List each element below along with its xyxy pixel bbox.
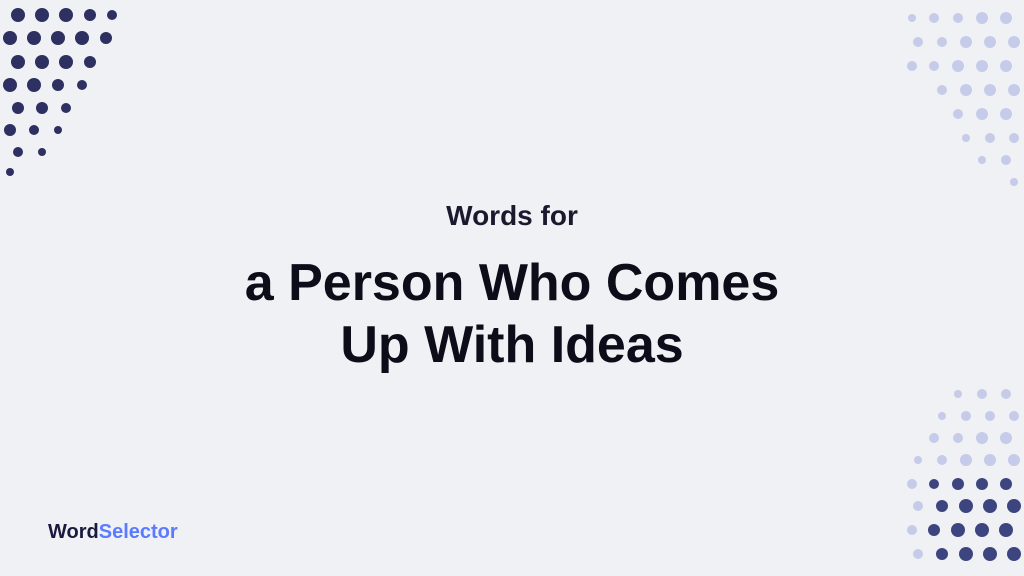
main-title: a Person Who Comes Up With Ideas — [245, 252, 780, 377]
main-title-line2: Up With Ideas — [340, 316, 683, 374]
main-content: Words for a Person Who Comes Up With Ide… — [245, 200, 780, 377]
dots-top-left-decoration — [0, 0, 200, 200]
logo-word-part: Word — [48, 521, 99, 543]
logo: WordSelector — [48, 521, 178, 544]
dots-bottom-right-decoration — [804, 376, 1024, 576]
subtitle-text: Words for — [245, 200, 780, 232]
dots-top-right-decoration — [804, 0, 1024, 220]
page-container: Words for a Person Who Comes Up With Ide… — [0, 0, 1024, 576]
main-title-line1: a Person Who Comes — [245, 254, 780, 312]
logo-selector-part: Selector — [99, 521, 178, 543]
